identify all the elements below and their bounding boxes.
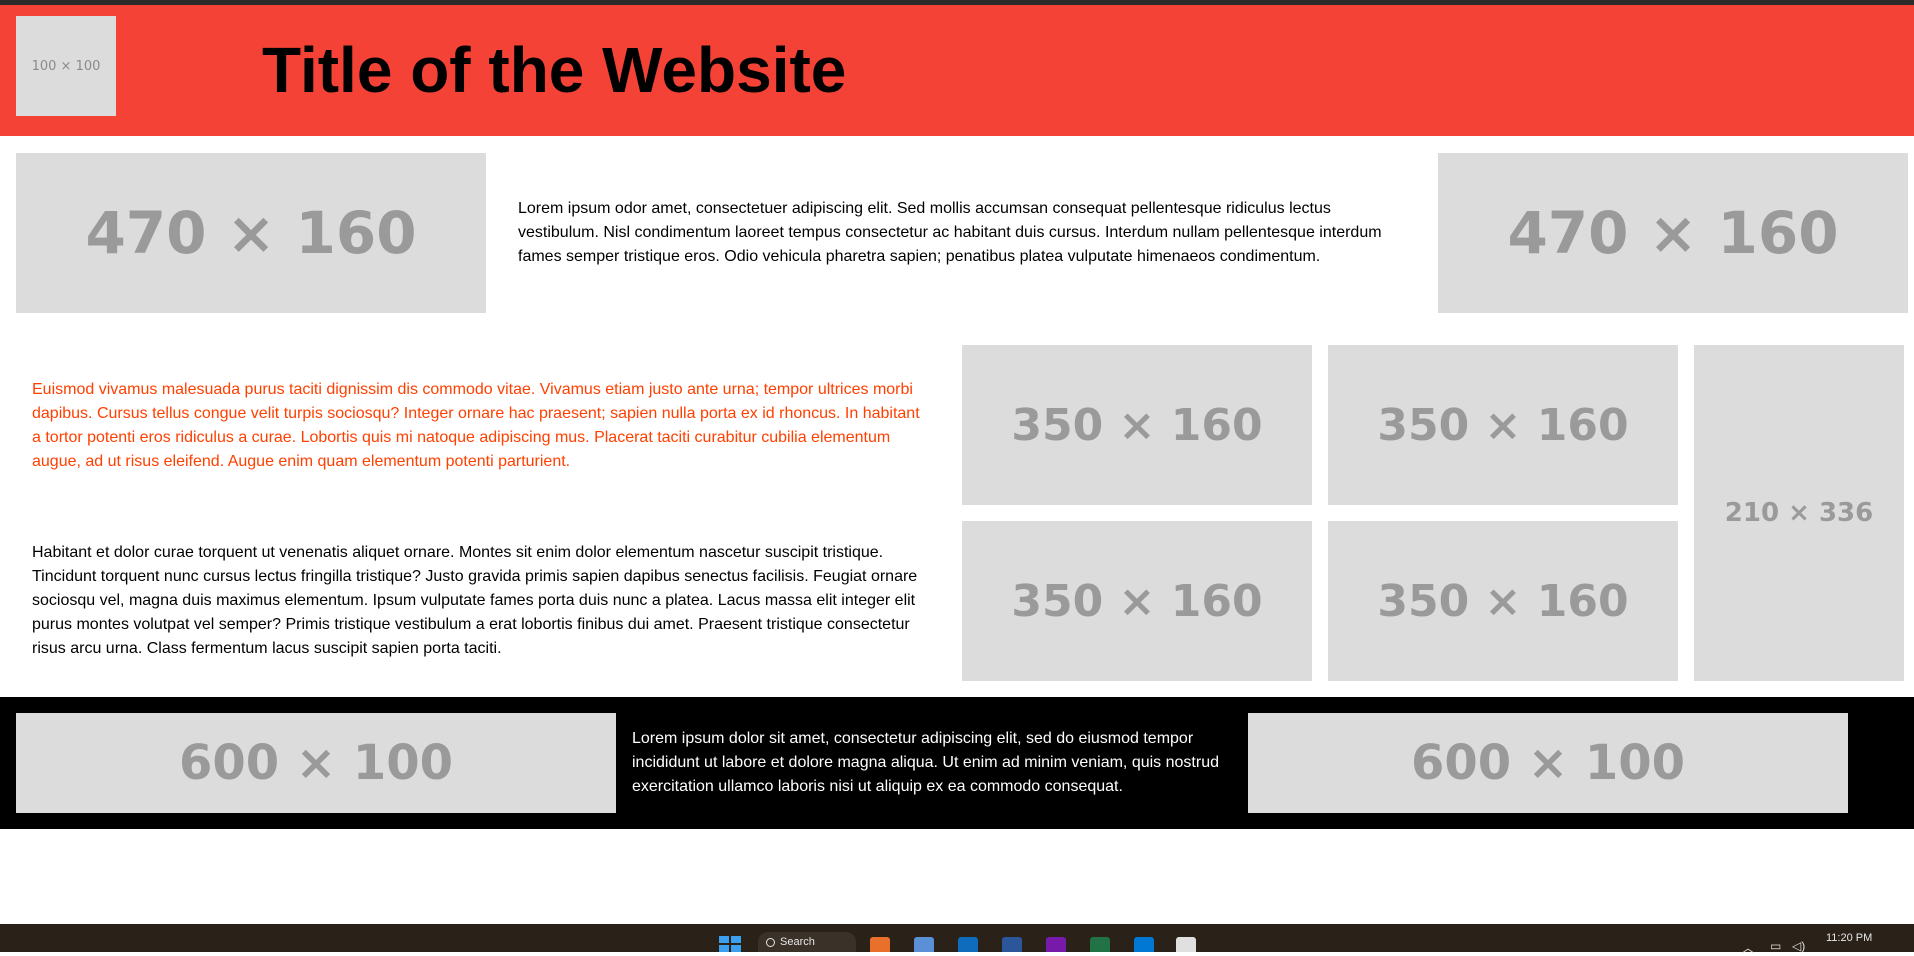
grid-placeholder-image: 350 × 160 (1328, 345, 1678, 505)
vscode-icon[interactable] (1134, 937, 1154, 952)
body-paragraph: Habitant et dolor curae torquent ut vene… (32, 544, 918, 657)
outlook-icon[interactable] (958, 937, 978, 952)
logo-placeholder-image: 100 × 100 (16, 16, 116, 116)
taskbar-clock[interactable]: 11:20 PM (1826, 932, 1872, 944)
firefox-icon[interactable] (870, 937, 890, 952)
excel-icon[interactable] (1090, 937, 1110, 952)
placeholder-image-top-left: 470 × 160 (16, 153, 486, 313)
onenote-icon[interactable] (1046, 937, 1066, 952)
footer-placeholder-image-right: 600 × 100 (1248, 713, 1848, 813)
volume-icon[interactable]: ◁) (1792, 939, 1805, 953)
taskbar-search-button[interactable]: Search (758, 932, 856, 952)
placeholder-image-top-right: 470 × 160 (1438, 153, 1908, 313)
taskbar (0, 924, 1914, 952)
page-title: Title of the Website (262, 34, 847, 106)
grid-placeholder-image: 350 × 160 (962, 521, 1312, 681)
windows-start-icon[interactable] (719, 936, 741, 952)
intro-paragraph: Lorem ipsum odor amet, consectetuer adip… (518, 200, 1382, 265)
word-icon[interactable] (1002, 937, 1022, 952)
chevron-up-icon[interactable]: ︿ (1742, 939, 1754, 956)
tall-placeholder-image: 210 × 336 (1694, 345, 1904, 681)
footer-placeholder-image-left: 600 × 100 (16, 713, 616, 813)
taskbar-search-label: Search (780, 936, 815, 948)
search-icon (766, 938, 775, 947)
grid-placeholder-image: 350 × 160 (962, 345, 1312, 505)
calendar-icon[interactable] (1176, 937, 1196, 952)
orange-paragraph: Euismod vivamus malesuada purus taciti d… (32, 381, 920, 470)
network-icon[interactable]: ▭ (1770, 939, 1781, 953)
grid-placeholder-image: 350 × 160 (1328, 521, 1678, 681)
footer-paragraph: Lorem ipsum dolor sit amet, consectetur … (632, 730, 1219, 795)
paint-icon[interactable] (914, 937, 934, 952)
